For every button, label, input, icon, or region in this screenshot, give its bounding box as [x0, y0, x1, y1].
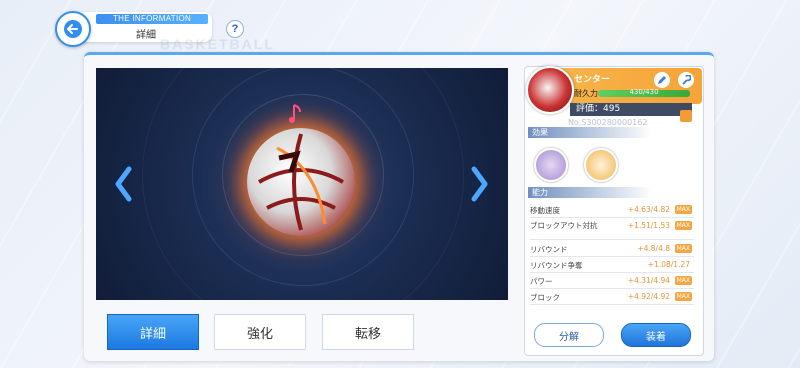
decompose-button[interactable]: 分解 [534, 323, 604, 347]
stat-name: ブロック [530, 293, 560, 302]
tab-label: 転移 [354, 326, 381, 342]
durability-label: 耐久力 [574, 89, 598, 98]
arrow-left-icon [64, 20, 82, 38]
stat-max-badge: MAX [674, 205, 692, 214]
next-arrow-icon[interactable] [470, 166, 490, 202]
effect-skill-icon[interactable] [534, 148, 568, 182]
stat-row: リバウンド争奪 +1.08/1.27 [530, 258, 694, 273]
pencil-icon [658, 76, 666, 84]
stat-name: ブロックアウト対抗 [530, 221, 598, 230]
equip-button[interactable]: 装着 [621, 323, 691, 347]
tab-enhance[interactable]: 強化 [214, 314, 306, 350]
prev-arrow-icon[interactable] [113, 166, 133, 202]
stat-name: パワー [530, 277, 553, 286]
tab-label: 強化 [246, 326, 273, 342]
stat-row: 移動速度 +4.63/4.82 MAX [530, 203, 694, 218]
stat-name: リバウンド争奪 [530, 261, 583, 270]
equip-label: 装着 [646, 331, 666, 343]
wrench-button[interactable] [678, 72, 694, 88]
stat-row: リバウンド +4.8/4.8 MAX [530, 242, 694, 257]
stat-row: ブロックアウト対抗 +1.51/1.53 MAX [530, 219, 694, 240]
stat-row: パワー +4.31/4.94 MAX [530, 274, 694, 289]
back-button[interactable] [55, 11, 91, 47]
music-note-icon [289, 104, 301, 123]
stat-value: +1.51/1.53 [627, 221, 670, 230]
stat-max-badge: MAX [674, 221, 692, 230]
position-label: センター [574, 75, 611, 85]
page-title: 詳細 [136, 30, 156, 41]
header-subtitle: THE INFORMATION [96, 14, 208, 24]
decompose-label: 分解 [559, 331, 579, 343]
stat-value: +4.8/4.8 [637, 244, 670, 253]
stat-name: リバウンド [530, 245, 568, 254]
wrench-icon [682, 75, 691, 85]
stat-max-badge: MAX [674, 292, 692, 301]
tab-details[interactable]: 詳細 [107, 314, 199, 350]
rating-badge: 評価：495 [570, 103, 692, 116]
tab-transfer[interactable]: 転移 [322, 314, 414, 350]
stat-max-badge: MAX [674, 276, 692, 285]
ball-seams-icon [258, 133, 344, 231]
abilities-heading: 能力 [528, 187, 652, 198]
durability-value: 430/430 [629, 88, 659, 96]
stat-value: +1.08/1.27 [647, 260, 690, 269]
stat-value: +4.92/4.92 [627, 292, 670, 301]
effects-heading: 効果 [528, 127, 652, 138]
basketball-item[interactable] [247, 128, 355, 236]
effect-ball-icon[interactable] [584, 148, 618, 182]
tab-label: 詳細 [139, 326, 166, 342]
watermark-text: BASKETBALL [160, 36, 275, 52]
stat-row: ブロック +4.92/4.92 MAX [530, 290, 694, 305]
item-avatar [526, 66, 574, 114]
edit-button[interactable] [654, 72, 670, 88]
stat-value: +4.31/4.94 [627, 276, 670, 285]
serial-number: No.S300280000162 [568, 118, 648, 127]
stat-value: +4.63/4.82 [627, 205, 670, 214]
stat-name: 移動速度 [530, 206, 560, 215]
stat-max-badge: MAX [674, 244, 692, 253]
lock-icon[interactable] [680, 110, 692, 122]
